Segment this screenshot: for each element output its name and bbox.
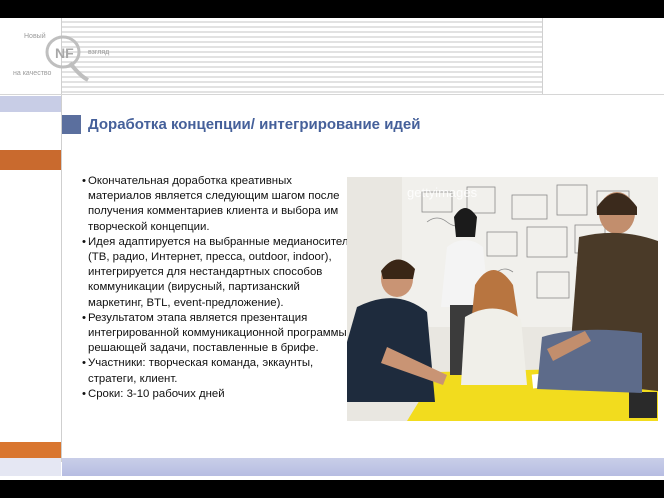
top-black-bar	[0, 0, 664, 18]
bullet-item: Участники: творческая команда, эккаунты,…	[82, 356, 355, 386]
logo-text-look: взгляд	[88, 49, 110, 56]
logo-text-quality: на качество	[13, 70, 52, 77]
left-orange-block	[0, 150, 61, 170]
bullet-item: Сроки: 3-10 рабочих дней	[82, 387, 355, 402]
bullet-list: Окончательная доработка креативных матер…	[82, 174, 355, 402]
left-blue-block	[0, 96, 61, 112]
bottom-black-bar	[0, 480, 664, 498]
title-marker	[62, 115, 81, 134]
bullet-item: Окончательная доработка креативных матер…	[82, 174, 355, 235]
left-orange-block-bottom	[0, 442, 61, 458]
team-meeting-photo: gettyimages	[347, 177, 658, 421]
logo-text-new: Новый	[24, 33, 46, 40]
logo-letters: NF	[55, 45, 74, 61]
header-divider	[0, 94, 664, 95]
header-stripes	[62, 18, 543, 94]
slide-title: Доработка концепции/ интегрирование идей	[88, 116, 421, 133]
photo-watermark: gettyimages	[407, 185, 478, 200]
footer-left	[0, 458, 61, 476]
footer-band	[62, 458, 664, 476]
bullet-item: Результатом этапа является презентация и…	[82, 311, 355, 357]
bullet-item: Идея адаптируется на выбранные медианоси…	[82, 235, 355, 311]
